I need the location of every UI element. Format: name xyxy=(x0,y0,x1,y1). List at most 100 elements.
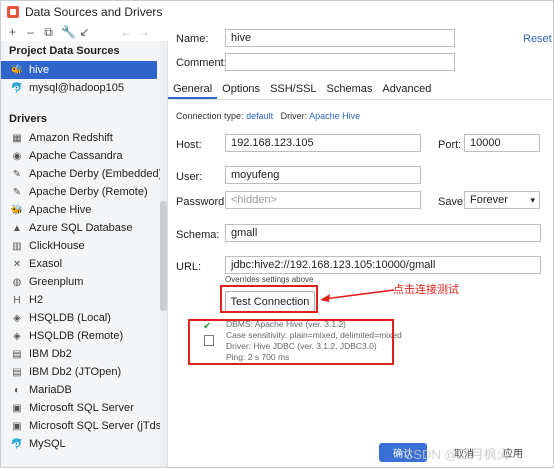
sidebar-toolbar: + – ⧉ 🔧 ↙ ← → xyxy=(1,23,167,41)
driver-label: HSQLDB (Local) xyxy=(29,312,111,324)
settings-icon[interactable]: 🔧 xyxy=(61,25,76,39)
hive-icon: 🐝 xyxy=(10,64,24,76)
tab-ssh-ssl[interactable]: SSH/SSL xyxy=(265,79,321,99)
driver-item[interactable]: ▤ IBM Db2 (JTOpen) xyxy=(1,363,167,381)
driver-label: MariaDB xyxy=(29,384,72,396)
driver-label: IBM Db2 xyxy=(29,348,72,360)
schema-field[interactable]: gmall xyxy=(225,224,541,242)
watermark: CSDN @三月枫火 xyxy=(404,447,510,462)
url-label: URL: xyxy=(176,261,202,273)
comment-field[interactable] xyxy=(225,53,455,71)
data-sources-window: Data Sources and Drivers + – ⧉ 🔧 ↙ ← → P… xyxy=(0,0,554,468)
driver-icon: ✎ xyxy=(12,168,22,180)
tab-bar: General Options SSH/SSL Schemas Advanced xyxy=(168,79,553,100)
driver-item[interactable]: ✕ Exasol xyxy=(1,255,167,273)
datasource-item-mysql[interactable]: 🐬 mysql@hadoop105 xyxy=(1,79,167,97)
driver-icon: ▲ xyxy=(12,222,22,234)
sidebar-scrollbar[interactable] xyxy=(160,41,167,467)
connection-type-link[interactable]: default xyxy=(246,111,273,121)
driver-item[interactable]: ✎ Apache Derby (Embedded) xyxy=(1,165,167,183)
driver-icon: ◈ xyxy=(13,330,21,342)
sidebar: Project Data Sources 🐝 hive 🐬 mysql@hado… xyxy=(1,41,168,467)
driver-label: H2 xyxy=(29,294,44,306)
tab-options[interactable]: Options xyxy=(217,79,265,99)
driver-icon: ✕ xyxy=(12,258,22,270)
save-select-value: Forever xyxy=(470,194,508,206)
driver-label: Exasol xyxy=(29,258,63,270)
driver-label: HSQLDB (Remote) xyxy=(29,330,124,342)
driver-item[interactable]: ◈ HSQLDB (Remote) xyxy=(1,327,167,345)
port-field[interactable]: 10000 xyxy=(464,134,540,152)
name-label: Name: xyxy=(176,33,209,45)
drivers-header: Drivers xyxy=(9,113,47,125)
driver-label: Amazon Redshift xyxy=(29,132,113,144)
add-icon[interactable]: + xyxy=(7,25,18,39)
schema-label: Schema: xyxy=(176,229,220,241)
driver-icon: ◐ xyxy=(13,384,21,396)
driver-item[interactable]: ◐ MariaDB xyxy=(1,381,167,399)
driver-icon: ▦ xyxy=(12,132,22,144)
datasource-item-hive[interactable]: 🐝 hive xyxy=(1,61,157,79)
host-field[interactable]: 192.168.123.105 xyxy=(225,134,421,152)
driver-item[interactable]: ✎ Apache Derby (Remote) xyxy=(1,183,167,201)
driver-icon: ▤ xyxy=(12,348,22,360)
driver-item[interactable]: 🐝 Apache Hive xyxy=(1,201,167,219)
connection-type-label: Connection type: xyxy=(176,111,244,121)
scrollbar-thumb[interactable] xyxy=(160,201,167,311)
main-panel: Name: hive Reset Comment: General Option… xyxy=(168,23,553,467)
driver-item[interactable]: ▦ Amazon Redshift xyxy=(1,129,167,147)
driver-item[interactable]: ◍ Greenplum xyxy=(1,273,167,291)
driver-item[interactable]: ▣ Microsoft SQL Server xyxy=(1,399,167,417)
comment-label: Comment: xyxy=(176,57,227,69)
driver-item[interactable]: ▣ Microsoft SQL Server (jTds) xyxy=(1,417,167,435)
driver-item[interactable]: ▥ ClickHouse xyxy=(1,237,167,255)
url-field[interactable]: jdbc:hive2://192.168.123.105:10000/gmall xyxy=(225,256,541,274)
driver-icon: ▥ xyxy=(12,240,22,252)
datasource-label: mysql@hadoop105 xyxy=(29,82,124,94)
save-select[interactable]: Forever ▾ xyxy=(464,191,540,209)
driver-label: Apache Derby (Embedded) xyxy=(29,168,163,180)
driver-label: Apache Hive xyxy=(29,204,92,216)
annotation-text: 点击连接测试 xyxy=(393,284,459,296)
driver-label: Microsoft SQL Server xyxy=(29,402,134,414)
user-field[interactable]: moyufeng xyxy=(225,166,421,184)
driver-label: Microsoft SQL Server (jTds) xyxy=(29,420,165,432)
host-label: Host: xyxy=(176,139,202,151)
driver-icon: ✎ xyxy=(12,186,22,198)
port-label: Port: xyxy=(438,139,462,151)
driver-icon: ▤ xyxy=(12,366,22,378)
duplicate-icon[interactable]: ⧉ xyxy=(43,25,54,39)
tab-advanced[interactable]: Advanced xyxy=(377,79,436,99)
window-title: Data Sources and Drivers xyxy=(25,5,163,19)
tab-schemas[interactable]: Schemas xyxy=(322,79,378,99)
driver-item[interactable]: ▲ Azure SQL Database xyxy=(1,219,167,237)
reset-link[interactable]: Reset xyxy=(523,33,552,45)
driver-link[interactable]: Apache Hive xyxy=(309,111,360,121)
forward-icon[interactable]: → xyxy=(138,25,150,39)
driver-label: Driver: xyxy=(280,111,308,121)
password-label: Password: xyxy=(176,196,228,208)
import-icon[interactable]: ↙ xyxy=(79,25,90,39)
annotation-arrow-icon xyxy=(320,289,395,302)
save-label: Save: xyxy=(438,196,467,208)
driver-item[interactable]: ◉ Apache Cassandra xyxy=(1,147,167,165)
driver-label: Apache Cassandra xyxy=(29,150,123,162)
driver-item[interactable]: H H2 xyxy=(1,291,167,309)
driver-label: ClickHouse xyxy=(29,240,85,252)
driver-label: MySQL xyxy=(29,438,66,450)
password-field[interactable]: <hidden> xyxy=(225,191,421,209)
driver-label: Greenplum xyxy=(29,276,84,288)
driver-icon: ◍ xyxy=(12,276,22,288)
driver-item[interactable]: ▤ IBM Db2 xyxy=(1,345,167,363)
name-field[interactable]: hive xyxy=(225,29,455,47)
remove-icon[interactable]: – xyxy=(25,25,36,39)
driver-item[interactable]: 🐬 MySQL xyxy=(1,435,167,453)
drivers-list: ▦ Amazon Redshift ◉ Apache Cassandra ✎ Apache… xyxy=(1,129,167,453)
tab-general[interactable]: General xyxy=(168,79,218,99)
back-icon[interactable]: ← xyxy=(120,25,132,39)
mysql-icon: 🐬 xyxy=(10,82,24,94)
title-bar: Data Sources and Drivers xyxy=(1,1,553,23)
driver-item[interactable]: ◈ HSQLDB (Local) xyxy=(1,309,167,327)
driver-label: Apache Derby (Remote) xyxy=(29,186,148,198)
